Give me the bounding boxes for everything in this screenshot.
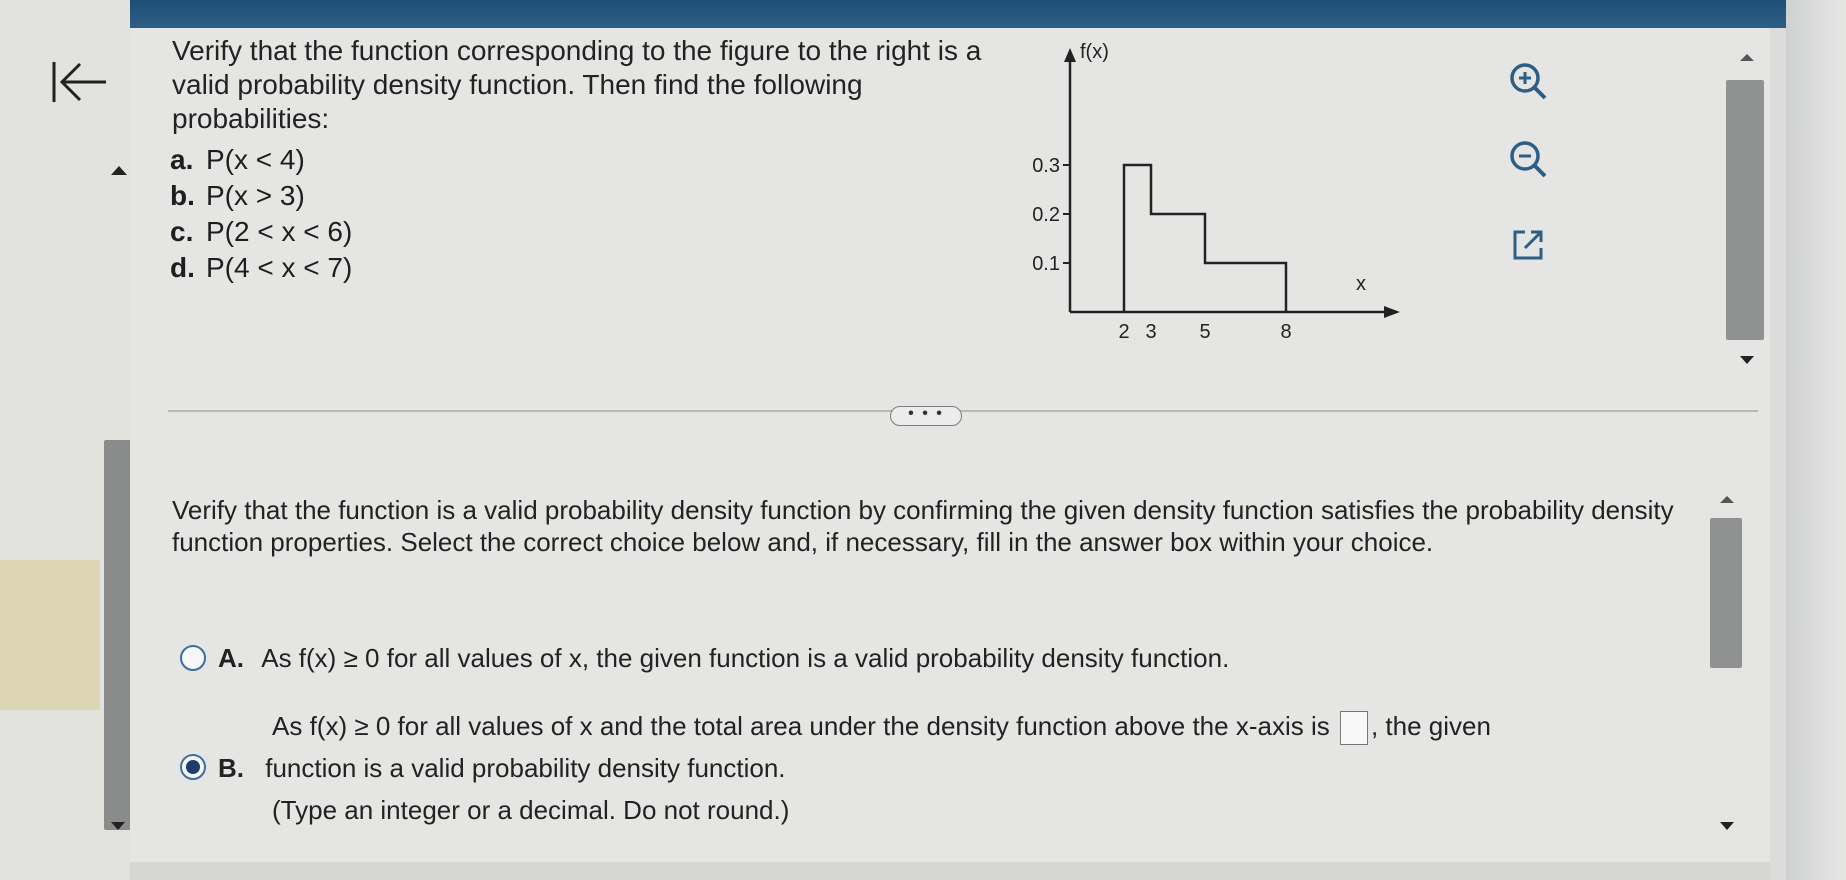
- choice-b-radio[interactable]: [180, 754, 206, 780]
- x-tick-label: 3: [1145, 321, 1156, 343]
- x-axis-label: x: [1356, 273, 1366, 295]
- right-margin: [1786, 0, 1846, 880]
- part-letter: d.: [170, 252, 195, 283]
- choice-b-line1: As f(x) ≥ 0 for all values of x and the …: [272, 710, 1491, 746]
- x-axis-arrow: [1384, 306, 1400, 318]
- zoom-in-icon: [1510, 63, 1547, 100]
- density-chart: 0.3 0.2 0.1 2 3 5 8 f(x) x: [1032, 41, 1400, 343]
- question-prompt: Verify that the function corresponding t…: [172, 35, 982, 134]
- popout-button[interactable]: [1505, 222, 1551, 268]
- bottom-edge: [130, 862, 1770, 880]
- density-step-2: [1151, 214, 1205, 312]
- part-b: b. P(x > 3): [170, 178, 352, 214]
- part-letter: a.: [170, 144, 194, 175]
- chart-marks: [1122, 163, 1288, 312]
- zoom-out-icon: [1510, 141, 1547, 178]
- scroll-up-arrow-icon[interactable]: [111, 166, 127, 175]
- part-text: P(4 < x < 7): [206, 252, 353, 283]
- part-text: P(x < 4): [206, 144, 305, 175]
- scroll-up-arrow-icon[interactable]: [1740, 54, 1754, 61]
- upper-scrollbar-thumb[interactable]: [1726, 80, 1764, 340]
- zoom-out-button[interactable]: [1505, 136, 1551, 182]
- popout-icon: [1513, 230, 1543, 260]
- part-text: P(2 < x < 6): [206, 216, 353, 247]
- scroll-down-arrow-icon[interactable]: [1740, 356, 1754, 364]
- part-text: P(x > 3): [206, 180, 305, 211]
- part-a: a. P(x < 4): [170, 142, 352, 178]
- question-parts: a. P(x < 4) b. P(x > 3) c. P(2 < x < 6) …: [170, 142, 352, 286]
- back-button[interactable]: [48, 58, 112, 106]
- instructions-text: Verify that the function is a valid prob…: [172, 495, 1674, 557]
- choice-b-text-before: As f(x) ≥ 0 for all values of x and the …: [272, 711, 1330, 741]
- scroll-down-arrow-icon[interactable]: [1720, 822, 1734, 830]
- y-tick-label: 0.1: [1032, 253, 1060, 275]
- density-graph: 0.3 0.2 0.1 2 3 5 8 f(x) x: [1010, 40, 1490, 360]
- choice-a-radio[interactable]: [180, 645, 206, 671]
- section-divider: [168, 410, 1758, 412]
- y-axis-label: f(x): [1080, 41, 1109, 63]
- choice-letter: B.: [218, 753, 244, 783]
- top-bar: [130, 0, 1846, 28]
- choice-a[interactable]: A. As f(x) ≥ 0 for all values of x, the …: [218, 642, 1229, 674]
- density-step-1: [1124, 165, 1151, 312]
- back-arrow-icon: [52, 62, 106, 102]
- scroll-down-arrow-icon[interactable]: [111, 822, 125, 830]
- scroll-up-arrow-icon[interactable]: [1720, 496, 1734, 503]
- more-button[interactable]: • • •: [890, 406, 962, 426]
- area-answer-input[interactable]: [1339, 711, 1368, 746]
- density-step-3: [1205, 263, 1286, 312]
- choice-b-text-line2: function is a valid probability density …: [265, 753, 786, 783]
- choice-b-text-after: , the given: [1370, 711, 1491, 741]
- part-d: d. P(4 < x < 7): [170, 250, 352, 286]
- x-tick-label: 5: [1199, 321, 1210, 343]
- part-letter: b.: [170, 180, 195, 211]
- y-tick-label: 0.2: [1032, 204, 1060, 226]
- choice-b-hint: (Type an integer or a decimal. Do not ro…: [272, 795, 790, 825]
- choice-a-text: As f(x) ≥ 0 for all values of x, the giv…: [261, 643, 1230, 673]
- left-scrollbar[interactable]: [104, 440, 132, 830]
- choice-b[interactable]: B. function is a valid probability densi…: [218, 752, 786, 784]
- y-axis-arrow: [1064, 48, 1076, 62]
- zoom-in-button[interactable]: [1505, 58, 1551, 104]
- part-letter: c.: [170, 216, 194, 247]
- x-tick-label: 2: [1118, 321, 1129, 343]
- lower-scrollbar-thumb[interactable]: [1710, 518, 1742, 668]
- background-block: [0, 560, 100, 710]
- x-tick-label: 8: [1280, 321, 1291, 343]
- y-tick-label: 0.3: [1032, 155, 1060, 177]
- choice-letter: A.: [218, 643, 244, 673]
- part-c: c. P(2 < x < 6): [170, 214, 352, 250]
